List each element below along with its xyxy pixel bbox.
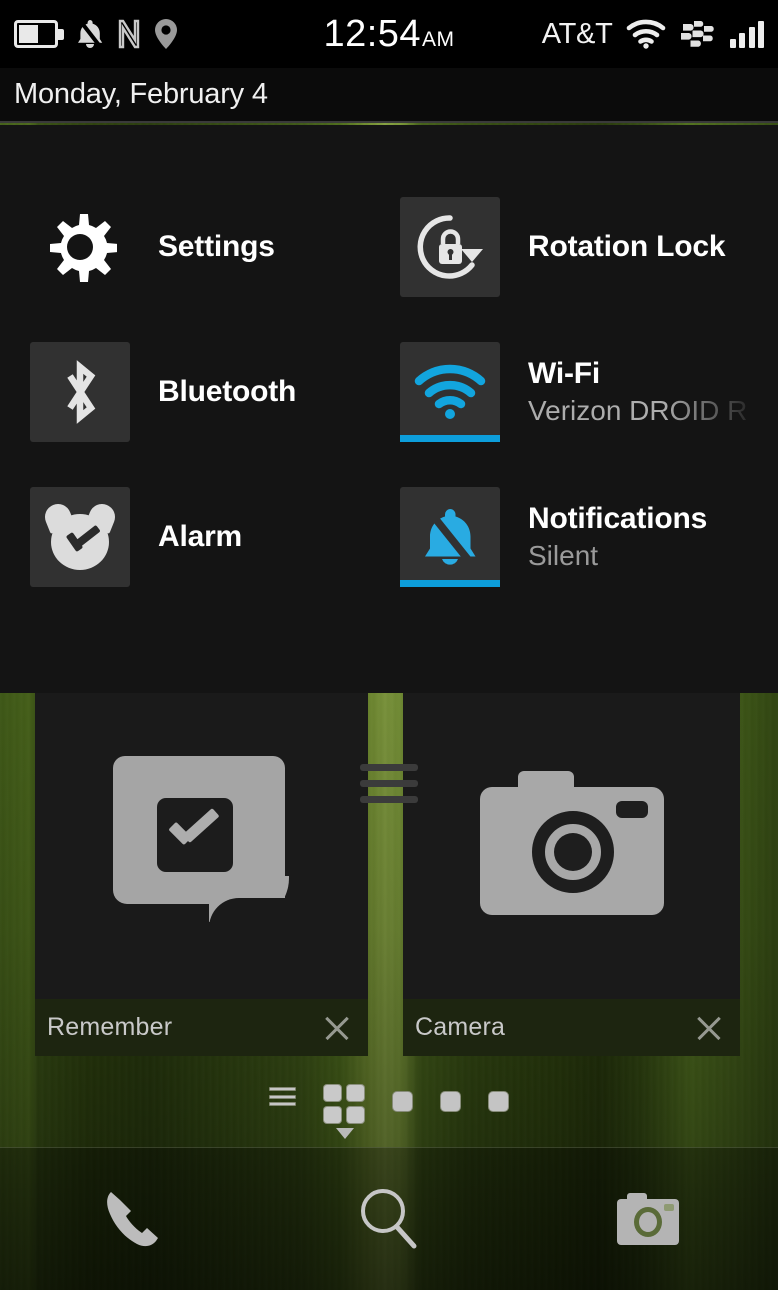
active-page-arrow-icon (336, 1128, 354, 1139)
dock-item-camera[interactable] (519, 1193, 778, 1245)
carrier-name: AT&T (541, 17, 613, 50)
quick-setting-alarm[interactable]: Alarm (30, 487, 242, 587)
bluetooth-icon (57, 359, 103, 425)
quick-setting-label: Alarm (158, 520, 243, 553)
current-date: Monday, February 4 (14, 78, 268, 110)
active-frame-title: Camera (415, 1013, 506, 1041)
quick-setting-text: Alarm (158, 520, 242, 554)
dock-item-search[interactable] (259, 1182, 518, 1256)
quick-setting-wifi[interactable]: Wi-Fi Verizon DROID R (400, 342, 747, 442)
active-frame-remember[interactable]: Remember (35, 693, 368, 1056)
status-bar-right-icons: AT&T (542, 18, 764, 51)
quick-setting-label: Bluetooth (158, 375, 297, 408)
quick-setting-label: Rotation Lock (528, 230, 726, 263)
list-view-icon[interactable] (269, 1084, 296, 1106)
gear-icon (43, 210, 118, 284)
quick-setting-notifications[interactable]: Notifications Silent (400, 487, 707, 587)
quick-setting-text: Settings (158, 230, 275, 264)
search-icon (352, 1182, 426, 1256)
quick-setting-icon-wrap (30, 487, 130, 587)
quick-setting-text: Bluetooth (158, 375, 296, 409)
page-dot-2[interactable] (440, 1091, 461, 1112)
drag-handle-line (360, 795, 418, 803)
dock-item-phone[interactable] (0, 1184, 259, 1254)
page-indicator-row (0, 1084, 778, 1139)
bottom-dock (0, 1147, 778, 1290)
quick-setting-sublabel: Silent (528, 540, 599, 571)
clock-time: 12:54 (323, 12, 422, 55)
active-frame-camera-titlebar: Camera (403, 999, 740, 1056)
active-frame-title: Remember (47, 1013, 173, 1041)
wifi-icon (413, 364, 487, 420)
quick-setting-icon-wrap (400, 342, 500, 442)
status-bar: 12:54AM AT&T (0, 0, 778, 68)
quick-setting-bluetooth[interactable]: Bluetooth (30, 342, 296, 442)
bell-muted-icon (419, 503, 481, 571)
camera-icon (617, 1193, 680, 1245)
date-header: Monday, February 4 (0, 68, 778, 123)
blackberry-logo-icon (679, 20, 717, 48)
clock-period: AM (422, 27, 455, 51)
active-frame-camera-preview[interactable] (403, 693, 740, 999)
close-icon[interactable] (320, 1011, 354, 1045)
quick-setting-text: Wi-Fi Verizon DROID R (528, 357, 747, 427)
quick-setting-icon-wrap (30, 342, 130, 442)
grid-view-icon[interactable] (323, 1084, 365, 1139)
drag-handle-line (360, 763, 418, 771)
signal-bars-icon (729, 20, 764, 48)
quick-settings-grid: Settings Rotation Lock Bluetooth Wi-Fi V… (0, 125, 778, 635)
quick-setting-settings[interactable]: Settings (30, 197, 275, 297)
quick-setting-text: Notifications Silent (528, 502, 707, 572)
quick-setting-icon-wrap (30, 197, 130, 297)
active-frame-camera[interactable]: Camera (403, 693, 740, 1056)
rotation-lock-icon (414, 211, 486, 283)
quick-setting-sublabel: Verizon DROID R (528, 395, 748, 426)
page-dot-3[interactable] (488, 1091, 509, 1112)
quick-setting-text: Rotation Lock (528, 230, 726, 264)
close-icon[interactable] (692, 1011, 726, 1045)
quick-setting-icon-wrap (400, 487, 500, 587)
page-dot-1[interactable] (392, 1091, 413, 1112)
drag-handle-line (360, 779, 418, 787)
phone-icon (95, 1184, 165, 1254)
wifi-icon (626, 19, 666, 49)
quick-setting-active-indicator (400, 580, 500, 587)
quick-setting-icon-wrap (400, 197, 500, 297)
quick-setting-label: Notifications (528, 502, 708, 535)
quick-settings-panel: Settings Rotation Lock Bluetooth Wi-Fi V… (0, 125, 778, 803)
quick-setting-label: Settings (158, 230, 275, 263)
quick-setting-rotation-lock[interactable]: Rotation Lock (400, 197, 726, 297)
active-frame-remember-preview[interactable] (35, 693, 368, 999)
active-frame-remember-titlebar: Remember (35, 999, 368, 1056)
quick-setting-active-indicator (400, 435, 500, 442)
quick-setting-label: Wi-Fi (528, 357, 601, 390)
panel-drag-handle[interactable] (0, 761, 778, 805)
alarm-clock-icon (41, 500, 119, 570)
